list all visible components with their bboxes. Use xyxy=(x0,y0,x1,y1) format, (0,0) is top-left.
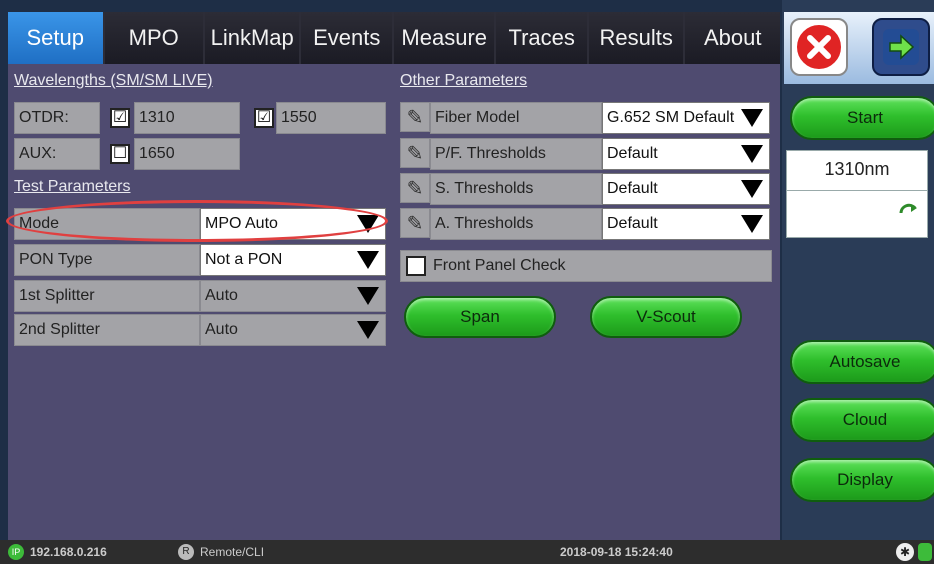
pencil-icon[interactable]: ✎ xyxy=(400,208,430,238)
chevron-down-icon xyxy=(741,215,763,233)
pon-type-value: Not a PON xyxy=(205,251,283,268)
a-thresholds-label: A. Thresholds xyxy=(430,208,602,240)
front-panel-check-label: Front Panel Check xyxy=(433,257,566,274)
aux-1650-checkbox[interactable]: ☐ xyxy=(110,144,130,164)
mode-label: Mode xyxy=(14,208,200,240)
mode-dropdown[interactable]: MPO Auto xyxy=(200,208,386,240)
refresh-icon[interactable] xyxy=(897,201,921,225)
second-splitter-label: 2nd Splitter xyxy=(14,314,200,346)
first-splitter-dropdown[interactable]: Auto xyxy=(200,280,386,312)
s-thresholds-dropdown[interactable]: Default xyxy=(602,173,770,205)
wavelength-label: 1310nm xyxy=(824,159,890,179)
chevron-down-icon xyxy=(357,251,379,269)
tab-events[interactable]: Events xyxy=(301,12,394,64)
tab-about[interactable]: About xyxy=(685,12,780,64)
front-panel-checkbox[interactable] xyxy=(406,256,426,276)
remote-label: Remote/CLI xyxy=(200,545,265,559)
close-icon xyxy=(795,23,843,71)
aux-1650-value: 1650 xyxy=(134,138,240,170)
pf-thresholds-dropdown[interactable]: Default xyxy=(602,138,770,170)
otdr-1310-checkbox[interactable]: ☑ xyxy=(110,108,130,128)
pon-type-label: PON Type xyxy=(14,244,200,276)
autosave-button[interactable]: Autosave xyxy=(790,340,934,384)
tab-mpo[interactable]: MPO xyxy=(104,12,205,64)
chevron-down-icon xyxy=(357,287,379,305)
tab-traces[interactable]: Traces xyxy=(496,12,589,64)
tab-measure[interactable]: Measure xyxy=(394,12,497,64)
tab-bar: Setup MPO LinkMap Events Measure Traces … xyxy=(8,12,780,64)
ip-icon: IP xyxy=(8,544,24,560)
otdr-1310-value: 1310 xyxy=(134,102,240,134)
power-icon xyxy=(918,543,932,561)
arrow-right-icon xyxy=(883,29,919,65)
a-thresholds-value: Default xyxy=(607,215,658,232)
span-button[interactable]: Span xyxy=(404,296,556,338)
first-splitter-value: Auto xyxy=(205,287,238,304)
pencil-icon[interactable]: ✎ xyxy=(400,138,430,168)
aux-label: AUX: xyxy=(14,138,100,170)
cloud-button[interactable]: Cloud xyxy=(790,398,934,442)
tab-setup[interactable]: Setup xyxy=(8,12,105,64)
remote-icon: R xyxy=(178,544,194,560)
pencil-icon[interactable]: ✎ xyxy=(400,173,430,203)
tab-linkmap[interactable]: LinkMap xyxy=(204,12,302,64)
ip-address: 192.168.0.216 xyxy=(30,545,107,559)
chevron-down-icon xyxy=(357,321,379,339)
chevron-down-icon xyxy=(741,145,763,163)
otdr-1550-value: 1550 xyxy=(276,102,386,134)
chevron-down-icon xyxy=(741,109,763,127)
mode-value: MPO Auto xyxy=(205,215,278,232)
s-thresholds-label: S. Thresholds xyxy=(430,173,602,205)
a-thresholds-dropdown[interactable]: Default xyxy=(602,208,770,240)
datetime: 2018-09-18 15:24:40 xyxy=(560,545,673,559)
divider xyxy=(787,190,927,191)
s-thresholds-value: Default xyxy=(607,180,658,197)
start-button[interactable]: Start xyxy=(790,96,934,140)
tab-results[interactable]: Results xyxy=(588,12,686,64)
pf-thresholds-value: Default xyxy=(607,145,658,162)
other-params-title: Other Parameters xyxy=(400,72,528,89)
vscout-button[interactable]: V-Scout xyxy=(590,296,742,338)
fiber-model-dropdown[interactable]: G.652 SM Default xyxy=(602,102,770,134)
chevron-down-icon xyxy=(357,215,379,233)
fiber-model-label: Fiber Model xyxy=(430,102,602,134)
fiber-model-value: G.652 SM Default xyxy=(607,109,735,126)
close-button[interactable] xyxy=(790,18,848,76)
pencil-icon[interactable]: ✎ xyxy=(400,102,430,132)
status-bar: IP 192.168.0.216 R Remote/CLI 2018-09-18… xyxy=(0,540,934,564)
first-splitter-label: 1st Splitter xyxy=(14,280,200,312)
otdr-1550-checkbox[interactable]: ☑ xyxy=(254,108,274,128)
display-button[interactable]: Display xyxy=(790,458,934,502)
pon-type-dropdown[interactable]: Not a PON xyxy=(200,244,386,276)
front-panel-check-row[interactable]: Front Panel Check xyxy=(400,250,772,282)
chevron-down-icon xyxy=(741,180,763,198)
second-splitter-value: Auto xyxy=(205,321,238,338)
wavelength-panel: 1310nm xyxy=(786,150,928,238)
bluetooth-icon: ✱ xyxy=(896,543,914,561)
pf-thresholds-label: P/F. Thresholds xyxy=(430,138,602,170)
test-params-title: Test Parameters xyxy=(14,178,131,195)
otdr-label: OTDR: xyxy=(14,102,100,134)
next-button[interactable] xyxy=(872,18,930,76)
wavelengths-title: Wavelengths (SM/SM LIVE) xyxy=(14,72,213,89)
second-splitter-dropdown[interactable]: Auto xyxy=(200,314,386,346)
